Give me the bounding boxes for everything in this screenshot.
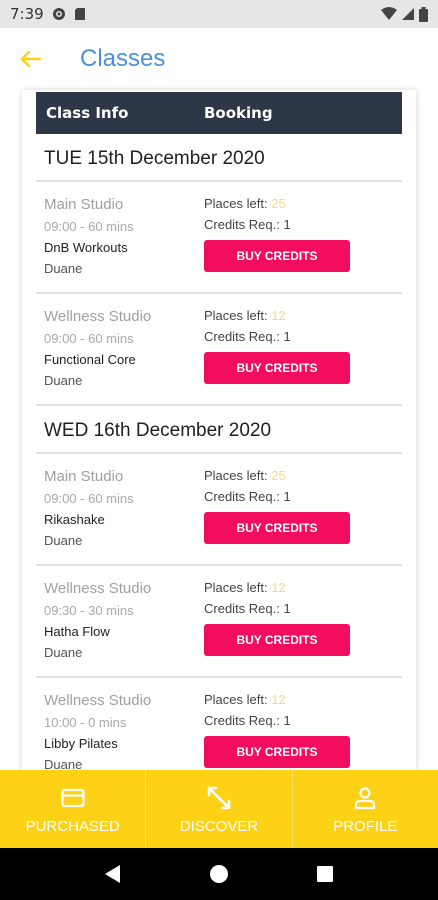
class-name: Functional Core [44,352,136,367]
credit-card-icon [61,784,85,812]
credits-required: Credits Req.: 1 [204,601,350,616]
places-left-value: 25 [271,468,286,483]
studio-name: Main Studio [44,468,124,485]
credits-label: Credits Req.: [204,713,280,728]
signal-icon [401,7,415,21]
places-left: Places left: 12 [204,308,350,323]
back-button[interactable] [0,28,60,90]
credits-value: 1 [283,329,291,344]
tab-purchased[interactable]: PURCHASED [0,770,147,848]
class-name: Libby Pilates [44,736,118,751]
day-heading: WED 16th December 2020 [36,406,402,454]
places-left: Places left: 25 [204,468,350,483]
credits-label: Credits Req.: [204,329,280,344]
places-left-label: Places left: [204,308,268,323]
wifi-icon [381,7,397,21]
teacher-name: Duane [44,261,83,276]
studio-name: Main Studio [44,196,124,213]
studio-name: Wellness Studio [44,692,152,709]
system-nav-bar [0,848,438,900]
back-triangle-icon [105,865,120,883]
class-row: Wellness Studio 09:30 - 30 mins Hatha Fl… [36,566,402,678]
credits-required: Credits Req.: 1 [204,329,350,344]
nav-recents-button[interactable] [305,854,345,894]
credits-label: Credits Req.: [204,489,280,504]
column-header-class-info: Class Info [46,104,129,122]
app-bar: Classes [0,28,438,90]
tab-label: PROFILE [333,817,398,835]
teacher-name: Duane [44,645,83,660]
places-left-value: 12 [271,692,286,707]
tab-profile[interactable]: PROFILE [293,770,438,848]
table-header: Class Info Booking [36,92,402,134]
class-name: DnB Workouts [44,240,128,255]
class-time: 09:00 - 60 mins [44,331,134,346]
class-row: Wellness Studio 10:00 - 0 mins Libby Pil… [36,678,402,770]
places-left-value: 25 [271,196,286,211]
class-row: Main Studio 09:00 - 60 mins DnB Workouts… [36,182,402,294]
credits-label: Credits Req.: [204,601,280,616]
column-header-booking: Booking [204,104,273,122]
credits-required: Credits Req.: 1 [204,217,350,232]
teacher-name: Duane [44,757,83,770]
person-icon [353,784,377,812]
class-name: Hatha Flow [44,624,110,639]
credits-value: 1 [283,601,291,616]
tab-label: PURCHASED [25,817,120,835]
studio-name: Wellness Studio [44,580,152,597]
places-left: Places left: 12 [204,580,350,595]
status-bar: 7:39 [0,0,438,28]
credits-label: Credits Req.: [204,217,280,232]
bottom-tab-bar: PURCHASED DISCOVER PROFILE [0,770,438,848]
places-left: Places left: 12 [204,692,350,707]
battery-icon [419,6,428,22]
buy-credits-button[interactable]: BUY CREDITS [204,736,350,768]
tab-discover[interactable]: DISCOVER [146,770,293,848]
home-circle-icon [210,865,228,883]
studio-name: Wellness Studio [44,308,152,325]
class-row: Wellness Studio 09:00 - 60 mins Function… [36,294,402,406]
class-time: 09:00 - 60 mins [44,219,134,234]
expand-arrows-icon [206,784,232,812]
sd-card-icon [74,7,86,21]
buy-credits-button[interactable]: BUY CREDITS [204,352,350,384]
buy-credits-button[interactable]: BUY CREDITS [204,624,350,656]
class-name: Rikashake [44,512,105,527]
places-left-label: Places left: [204,468,268,483]
teacher-name: Duane [44,373,83,388]
credits-required: Credits Req.: 1 [204,489,350,504]
places-left: Places left: 25 [204,196,350,211]
buy-credits-button[interactable]: BUY CREDITS [204,240,350,272]
class-list[interactable]: Class Info Booking TUE 15th December 202… [22,90,416,770]
class-time: 09:00 - 60 mins [44,491,134,506]
teacher-name: Duane [44,533,83,548]
credits-value: 1 [283,217,291,232]
nav-back-button[interactable] [93,854,133,894]
clock: 7:39 [10,5,44,23]
places-left-label: Places left: [204,692,268,707]
class-time: 10:00 - 0 mins [44,715,127,730]
back-arrow-icon [20,50,41,68]
places-left-label: Places left: [204,196,268,211]
places-left-value: 12 [271,308,286,323]
page-title: Classes [80,45,166,72]
tab-label: DISCOVER [179,817,259,835]
class-row: Main Studio 09:00 - 60 mins Rikashake Du… [36,454,402,566]
buy-credits-button[interactable]: BUY CREDITS [204,512,350,544]
places-left-label: Places left: [204,580,268,595]
class-time: 09:30 - 30 mins [44,603,134,618]
recents-square-icon [317,866,333,882]
settings-icon [52,7,66,21]
credits-value: 1 [283,713,291,728]
day-heading: TUE 15th December 2020 [36,134,402,182]
nav-home-button[interactable] [199,854,239,894]
credits-required: Credits Req.: 1 [204,713,350,728]
places-left-value: 12 [271,580,286,595]
credits-value: 1 [283,489,291,504]
